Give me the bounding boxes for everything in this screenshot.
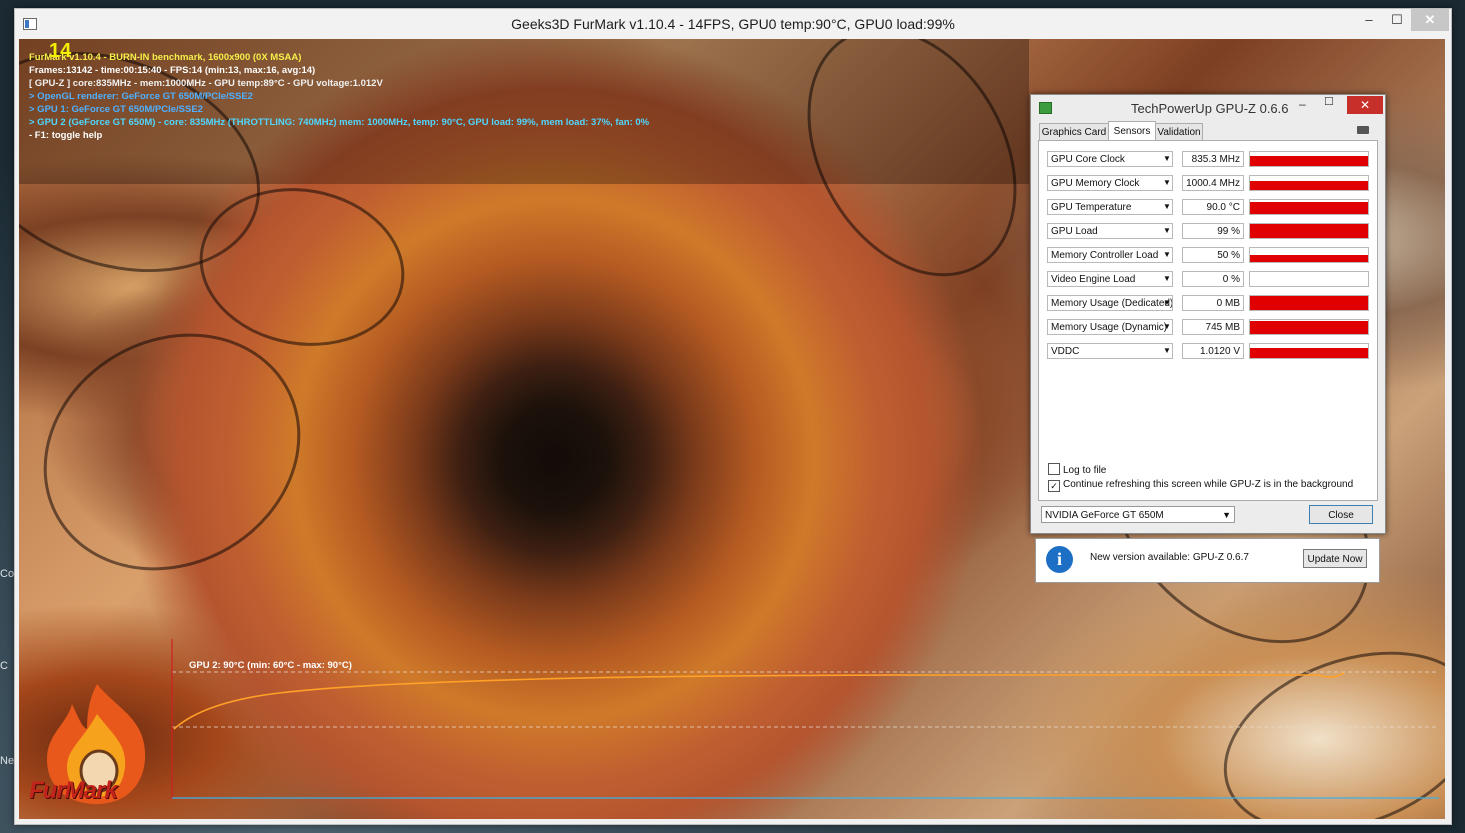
gpuz-close-window-button[interactable]: ✕: [1347, 96, 1383, 114]
sensor-graph-fill: [1250, 255, 1368, 262]
furmark-titlebar[interactable]: Geeks3D FurMark v1.10.4 - 14FPS, GPU0 te…: [15, 9, 1451, 39]
graph-label: GPU 2: 90°C (min: 60°C - max: 90°C): [189, 660, 352, 671]
sensor-graph: [1249, 271, 1369, 287]
tab-sensors[interactable]: Sensors: [1108, 121, 1156, 142]
chevron-down-icon[interactable]: ▼: [1161, 175, 1173, 191]
checkbox-box[interactable]: [1048, 463, 1060, 475]
update-notification: i New version available: GPU-Z 0.6.7 Upd…: [1035, 538, 1380, 583]
gpuz-app-icon[interactable]: [1039, 102, 1052, 114]
sensor-name[interactable]: GPU Temperature: [1047, 199, 1173, 215]
chevron-down-icon[interactable]: ▼: [1161, 343, 1173, 359]
chevron-down-icon[interactable]: ▼: [1161, 295, 1173, 311]
sensor-value: 745 MB: [1182, 319, 1244, 335]
gpuz-titlebar[interactable]: TechPowerUp GPU-Z 0.6.6 – ☐ ✕: [1031, 95, 1385, 121]
graphics-card-select[interactable]: NVIDIA GeForce GT 650M ▼: [1041, 506, 1235, 523]
sensor-value: 835.3 MHz: [1182, 151, 1244, 167]
sensor-graph-fill: [1250, 180, 1368, 190]
desktop-label-1: Co: [0, 568, 15, 580]
graphics-card-select-value: NVIDIA GeForce GT 650M: [1045, 510, 1164, 521]
log-to-file-checkbox[interactable]: Log to file: [1048, 463, 1106, 476]
sensor-graph: [1249, 199, 1369, 215]
sensor-value: 99 %: [1182, 223, 1244, 239]
sensor-name[interactable]: GPU Core Clock: [1047, 151, 1173, 167]
sensor-graph-fill: [1250, 224, 1368, 238]
sensor-graph: [1249, 295, 1369, 311]
sensor-graph-fill: [1250, 348, 1368, 358]
log-to-file-label: Log to file: [1063, 465, 1107, 476]
furmark-logo-text: FurMark: [29, 777, 118, 804]
chevron-down-icon[interactable]: ▼: [1161, 319, 1173, 335]
desktop-label-2: C: [0, 660, 8, 672]
chevron-down-icon[interactable]: ▼: [1222, 507, 1231, 524]
sensor-name[interactable]: Memory Usage (Dynamic): [1047, 319, 1173, 335]
sensor-graph: [1249, 343, 1369, 359]
gpuz-maximize-button[interactable]: ☐: [1324, 95, 1334, 108]
sensor-value: 0 MB: [1182, 295, 1244, 311]
sensor-name[interactable]: GPU Memory Clock: [1047, 175, 1173, 191]
checkbox-checked-icon[interactable]: ✓: [1048, 480, 1060, 492]
sensors-panel: GPU Core Clock ▼ 835.3 MHz GPU Memory Cl…: [1038, 140, 1378, 501]
continue-refresh-label: Continue refreshing this screen while GP…: [1063, 479, 1354, 490]
sensor-graph: [1249, 175, 1369, 191]
sensor-graph: [1249, 223, 1369, 239]
sensor-value: 0 %: [1182, 271, 1244, 287]
sensor-graph-fill: [1250, 296, 1368, 310]
chevron-down-icon[interactable]: ▼: [1161, 271, 1173, 287]
sensor-graph-fill: [1250, 202, 1368, 214]
sensor-value: 1.0120 V: [1182, 343, 1244, 359]
chevron-down-icon[interactable]: ▼: [1161, 199, 1173, 215]
furmark-minimize-button[interactable]: –: [1355, 9, 1383, 31]
sensor-name[interactable]: GPU Load: [1047, 223, 1173, 239]
sensor-graph: [1249, 319, 1369, 335]
sensor-name[interactable]: Memory Usage (Dedicated): [1047, 295, 1173, 311]
sensor-graph-fill: [1250, 155, 1368, 166]
close-button[interactable]: Close: [1309, 505, 1373, 524]
camera-icon[interactable]: [1357, 126, 1369, 134]
sensor-name[interactable]: Video Engine Load: [1047, 271, 1173, 287]
update-message: New version available: GPU-Z 0.6.7: [1090, 552, 1249, 563]
sensor-value: 50 %: [1182, 247, 1244, 263]
sensor-name[interactable]: Memory Controller Load: [1047, 247, 1173, 263]
chevron-down-icon[interactable]: ▼: [1161, 223, 1173, 239]
sensor-name[interactable]: VDDC: [1047, 343, 1173, 359]
gpuz-window: TechPowerUp GPU-Z 0.6.6 – ☐ ✕ Graphics C…: [1030, 94, 1386, 534]
desktop-label-3: Ne: [0, 755, 15, 767]
furmark-maximize-button[interactable]: ☐: [1383, 9, 1411, 31]
continue-refresh-checkbox[interactable]: ✓ Continue refreshing this screen while G…: [1048, 479, 1353, 492]
gpuz-minimize-button[interactable]: –: [1299, 97, 1306, 111]
sensor-graph: [1249, 151, 1369, 167]
sensor-value: 90.0 °C: [1182, 199, 1244, 215]
graph-temperature-curve: [173, 672, 1345, 730]
chevron-down-icon[interactable]: ▼: [1161, 151, 1173, 167]
chevron-down-icon[interactable]: ▼: [1161, 247, 1173, 263]
gpuz-window-title: TechPowerUp GPU-Z 0.6.6: [1131, 101, 1289, 116]
sensor-value: 1000.4 MHz: [1182, 175, 1244, 191]
furmark-window-title: Geeks3D FurMark v1.10.4 - 14FPS, GPU0 te…: [511, 16, 955, 32]
sensor-graph: [1249, 247, 1369, 263]
furmark-close-button[interactable]: ✕: [1411, 9, 1449, 31]
info-icon: i: [1046, 546, 1073, 573]
sensor-graph-fill: [1250, 321, 1368, 334]
update-now-button[interactable]: Update Now: [1303, 549, 1367, 568]
